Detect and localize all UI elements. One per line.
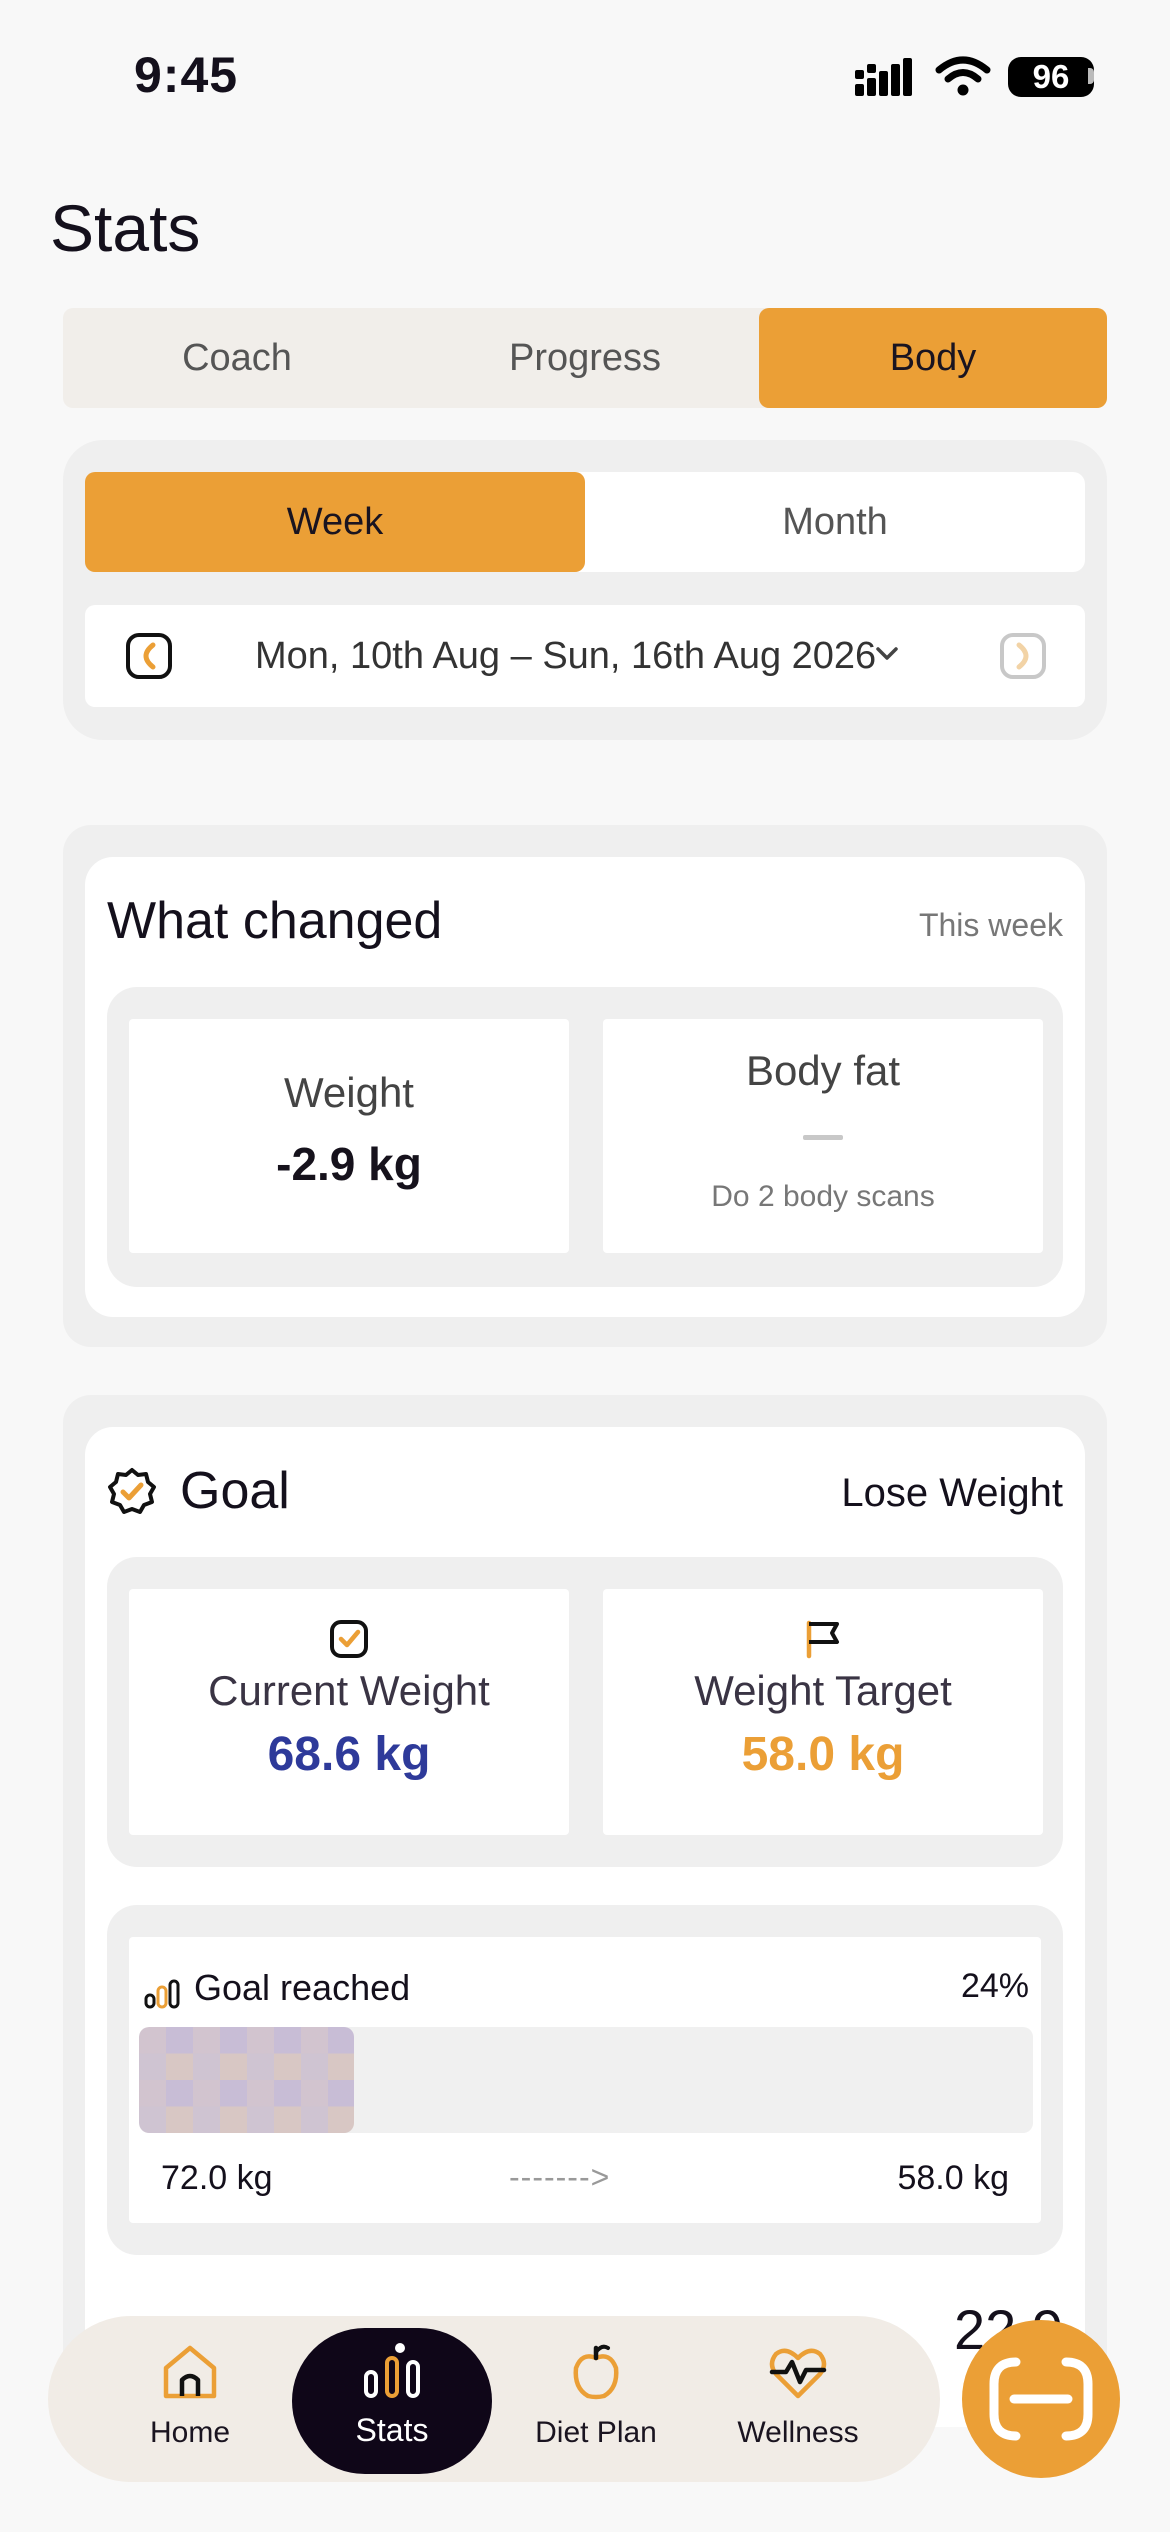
start-weight-label: 72.0 kg — [161, 2159, 273, 2197]
goal-type: Lose Weight — [841, 1471, 1063, 1515]
nav-home-label: Home — [149, 2416, 231, 2449]
scan-button[interactable] — [962, 2320, 1120, 2478]
body-fat-tile: Body fat Do 2 body scans — [603, 1019, 1043, 1253]
goal-progress: Goal reached 24% 72.0 kg -------> 58.0 k… — [107, 1905, 1063, 2255]
period-card: Week Month Mon, 10th Aug – Sun, 16th Aug… — [63, 440, 1107, 740]
goal-reached-label: Goal reached — [194, 1967, 411, 2008]
body-fat-label: Body fat — [745, 1047, 901, 1094]
status-time: 9:45 — [134, 47, 239, 103]
wifi-icon — [935, 56, 991, 96]
home-icon — [163, 2345, 217, 2399]
body-fat-empty-dash — [803, 1135, 843, 1140]
nav-wellness-label: Wellness — [737, 2416, 859, 2449]
next-week-icon[interactable] — [999, 632, 1047, 680]
weight-change-tile: Weight -2.9 kg — [129, 1019, 569, 1253]
current-weight-tile: Current Weight 68.6 kg — [129, 1589, 569, 1835]
goal-reached-percent: 24% — [960, 1967, 1029, 2005]
what-changed-period: This week — [918, 907, 1063, 943]
tab-body[interactable]: Body — [759, 308, 1107, 408]
battery-indicator: 96 — [1008, 57, 1094, 97]
battery-tip — [1088, 68, 1094, 84]
cellular-signal-icon — [855, 58, 912, 96]
goal-title: Goal — [180, 1462, 290, 1520]
what-changed-card: What changed This week Weight -2.9 kg Bo… — [63, 825, 1107, 1347]
date-range-selector[interactable]: Mon, 10th Aug – Sun, 16th Aug 2026 — [85, 605, 1085, 707]
wellness-icon — [769, 2348, 827, 2399]
period-toggle: Week Month — [85, 472, 1085, 572]
previous-week-icon[interactable] — [125, 632, 173, 680]
nav-stats[interactable]: Stats — [292, 2328, 492, 2474]
page-title: Stats — [50, 191, 201, 265]
tab-progress[interactable]: Progress — [411, 308, 759, 408]
nav-diet-plan-label: Diet Plan — [535, 2416, 657, 2449]
goal-progress-tile: Goal reached 24% 72.0 kg -------> 58.0 k… — [129, 1937, 1041, 2223]
goal-badge-icon — [108, 1468, 156, 1514]
chevron-down-icon[interactable] — [875, 645, 899, 663]
current-weight-label: Current Weight — [208, 1667, 490, 1714]
checkbox-icon — [330, 1620, 368, 1658]
what-changed-inner: What changed This week Weight -2.9 kg Bo… — [85, 857, 1085, 1317]
diet-plan-icon — [573, 2344, 619, 2400]
goal-progress-track — [139, 2027, 1033, 2133]
bar-chart-icon — [144, 1979, 180, 2009]
progress-arrow: -------> — [509, 2159, 611, 2195]
scan-icon — [989, 2357, 1093, 2441]
nav-home[interactable]: Home — [90, 2316, 290, 2482]
nav-stats-label: Stats — [355, 2412, 429, 2448]
stats-icon — [364, 2343, 420, 2398]
weight-change-value: -2.9 kg — [276, 1138, 422, 1190]
goal-weights: Current Weight 68.6 kg Weight Target 58.… — [107, 1557, 1063, 1867]
end-weight-label: 58.0 kg — [897, 2159, 1009, 2197]
weight-change-label: Weight — [284, 1069, 414, 1116]
what-changed-tiles: Weight -2.9 kg Body fat Do 2 body scans — [107, 987, 1063, 1287]
nav-wellness[interactable]: Wellness — [698, 2316, 898, 2482]
stats-tabs: Coach Progress Body — [63, 308, 1107, 408]
weight-target-value: 58.0 kg — [741, 1728, 905, 1781]
tab-coach[interactable]: Coach — [63, 308, 411, 408]
date-range-label: Mon, 10th Aug – Sun, 16th Aug 2026 — [255, 634, 877, 677]
period-month-button[interactable]: Month — [585, 472, 1085, 572]
what-changed-title: What changed — [107, 892, 443, 950]
weight-target-label: Weight Target — [694, 1667, 952, 1714]
goal-card: Goal Lose Weight Current Weight 68.6 kg … — [63, 1395, 1107, 2427]
status-bar: 9:45 96 — [0, 0, 1170, 150]
body-fat-hint: Do 2 body scans — [711, 1180, 935, 1213]
bottom-nav: Home Stats Diet Plan Wellness — [48, 2316, 940, 2482]
flag-icon — [806, 1620, 839, 1659]
nav-diet-plan[interactable]: Diet Plan — [496, 2316, 696, 2482]
current-weight-value: 68.6 kg — [267, 1728, 431, 1781]
weight-target-tile: Weight Target 58.0 kg — [603, 1589, 1043, 1835]
period-week-button[interactable]: Week — [85, 472, 585, 572]
goal-progress-fill — [139, 2027, 354, 2133]
goal-inner: Goal Lose Weight Current Weight 68.6 kg … — [85, 1427, 1085, 2427]
